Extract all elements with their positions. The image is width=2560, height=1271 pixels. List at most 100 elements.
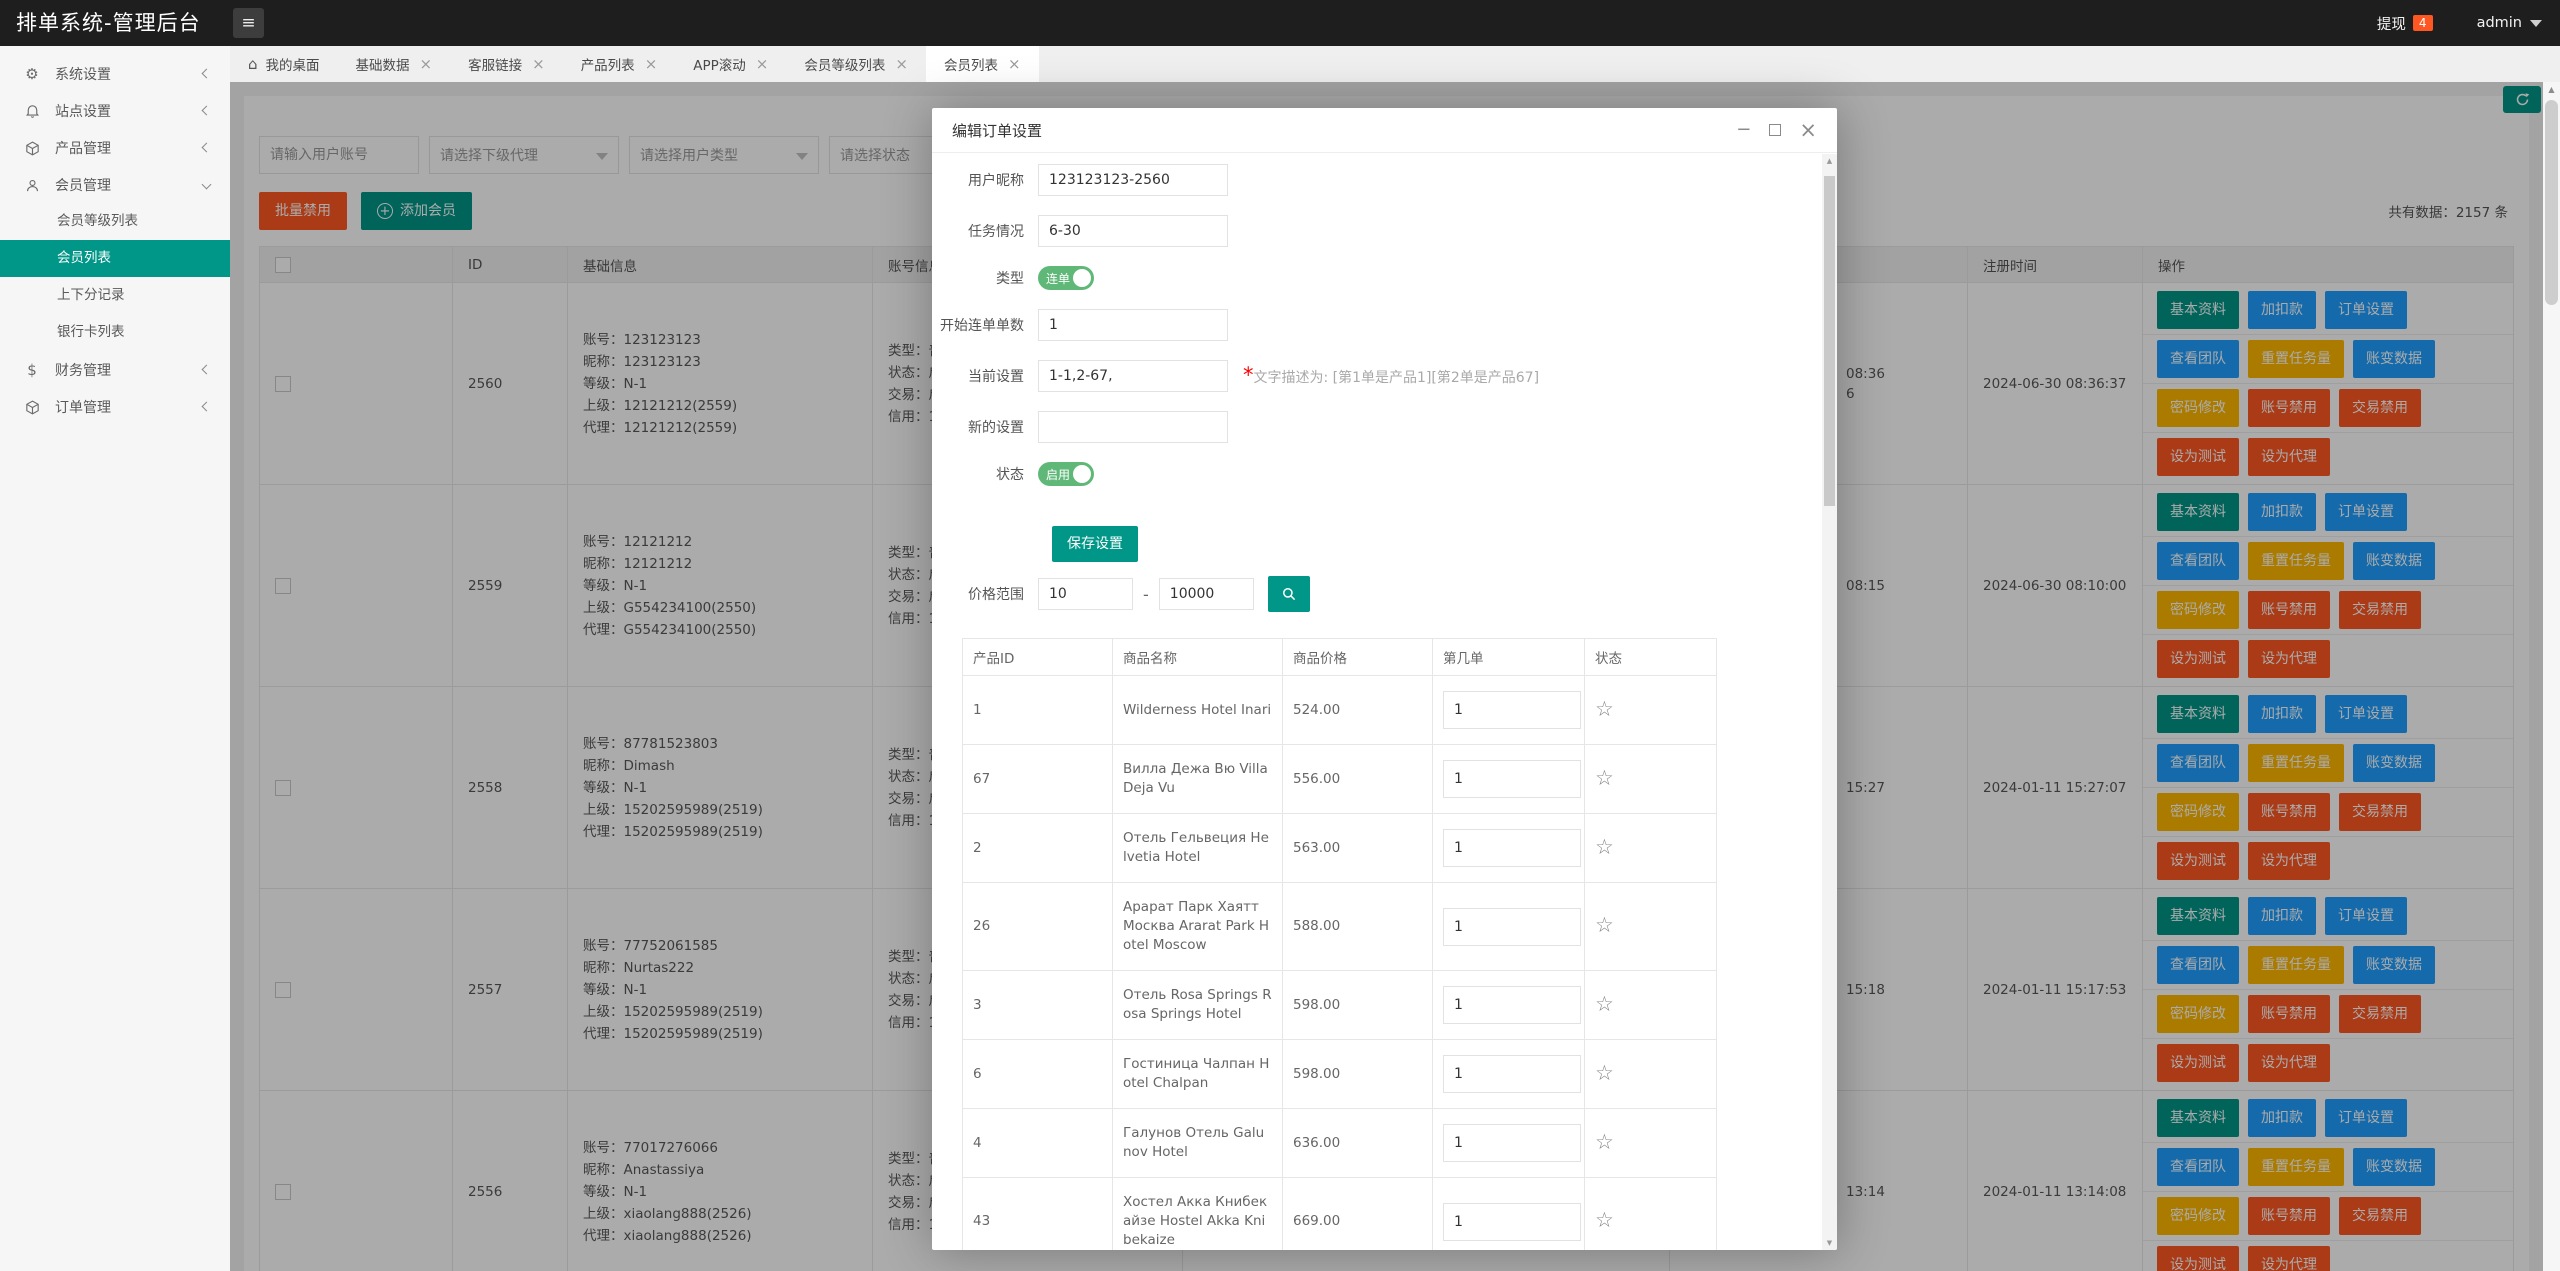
- modal-scrollbar[interactable]: ▲ ▼: [1822, 154, 1837, 1250]
- order-number-input[interactable]: [1443, 829, 1581, 867]
- star-outline-icon[interactable]: ☆: [1595, 835, 1614, 859]
- hamburger-menu-icon[interactable]: ≡: [233, 8, 264, 38]
- start-count-input[interactable]: [1038, 309, 1228, 341]
- sidebar-item-银行卡列表[interactable]: 银行卡列表: [0, 314, 230, 351]
- close-icon[interactable]: ×: [1799, 120, 1817, 141]
- tab-会员列表[interactable]: 会员列表 ×: [926, 46, 1039, 82]
- tab-close-icon[interactable]: ×: [532, 55, 545, 73]
- sidebar-item-会员等级列表[interactable]: 会员等级列表: [0, 203, 230, 240]
- modal-scrollbar-thumb[interactable]: [1824, 176, 1835, 506]
- cube-icon: [22, 398, 42, 416]
- tab-会员等级列表[interactable]: 会员等级列表 ×: [786, 46, 926, 82]
- product-row: 26Арарат Парк Хаятт Москва Ararat Park H…: [963, 883, 1717, 971]
- sidebar-group-会员管理[interactable]: 会员管理: [0, 166, 230, 203]
- sidebar-group-订单管理[interactable]: 订单管理: [0, 388, 230, 425]
- new-setting-input[interactable]: [1038, 411, 1228, 443]
- tab-close-icon[interactable]: ×: [645, 55, 658, 73]
- tab-close-icon[interactable]: ×: [420, 55, 433, 73]
- product-header-2: 商品价格: [1283, 639, 1433, 676]
- modal-header: 编辑订单设置 − ×: [932, 108, 1837, 153]
- scrollbar-up-icon[interactable]: ▲: [1822, 157, 1837, 165]
- user-menu[interactable]: admin: [2477, 15, 2542, 31]
- current-setting-input[interactable]: [1038, 360, 1228, 392]
- status-cell: ☆: [1585, 814, 1717, 883]
- status-cell: ☆: [1585, 1109, 1717, 1178]
- task-status-input[interactable]: [1038, 215, 1228, 247]
- tab-我的桌面[interactable]: ⌂我的桌面: [230, 46, 338, 82]
- home-icon: ⌂: [248, 55, 258, 73]
- withdraw-count-badge: 4: [2413, 15, 2433, 31]
- product-table-header-row: 产品ID商品名称商品价格第几单状态: [963, 639, 1717, 676]
- tab-APP滚动[interactable]: APP滚动×: [675, 46, 786, 82]
- star-outline-icon[interactable]: ☆: [1595, 1208, 1614, 1232]
- setting-hint: *文字描述为: [第1单是产品1][第2单是产品67]: [1243, 365, 1539, 387]
- product-header-3: 第几单: [1433, 639, 1585, 676]
- product-id-cell: 1: [963, 676, 1113, 745]
- product-price: 524.00: [1293, 701, 1422, 720]
- product-table: 产品ID商品名称商品价格第几单状态 1Wilderness Hotel Inar…: [962, 638, 1717, 1250]
- sidebar: ⚙系统设置站点设置产品管理会员管理会员等级列表会员列表上下分记录银行卡列表$财务…: [0, 46, 230, 1271]
- user-icon: [22, 176, 42, 194]
- status-cell: ☆: [1585, 676, 1717, 745]
- price-range-separator: -: [1143, 585, 1149, 604]
- type-toggle[interactable]: 连单: [1038, 266, 1094, 290]
- product-row: 2Отель Гельвеция Helvetia Hotel563.00☆: [963, 814, 1717, 883]
- toggle-knob: [1073, 269, 1091, 287]
- tab-label: 会员等级列表: [804, 54, 885, 74]
- star-outline-icon[interactable]: ☆: [1595, 992, 1614, 1016]
- order-number-input[interactable]: [1443, 986, 1581, 1024]
- page-scrollbar[interactable]: ▲: [2543, 82, 2560, 1271]
- star-outline-icon[interactable]: ☆: [1595, 1130, 1614, 1154]
- maximize-icon[interactable]: [1769, 124, 1781, 136]
- product-id: 43: [973, 1212, 1102, 1231]
- tab-label: 会员列表: [944, 54, 998, 74]
- tab-close-icon[interactable]: ×: [895, 55, 908, 73]
- product-name-cell: Вилла Дежа Вю Villa Deja Vu: [1113, 745, 1283, 814]
- star-outline-icon[interactable]: ☆: [1595, 766, 1614, 790]
- price-max-input[interactable]: [1159, 578, 1254, 610]
- star-outline-icon[interactable]: ☆: [1595, 913, 1614, 937]
- status-toggle[interactable]: 启用: [1038, 462, 1094, 486]
- tab-基础数据[interactable]: 基础数据×: [338, 46, 451, 82]
- sidebar-group-系统设置[interactable]: ⚙系统设置: [0, 55, 230, 92]
- tab-close-icon[interactable]: ×: [1008, 55, 1021, 73]
- product-id: 1: [973, 701, 1102, 720]
- cube-icon: [22, 139, 42, 157]
- page-scrollbar-thumb[interactable]: [2545, 100, 2558, 305]
- scrollbar-up-icon[interactable]: ▲: [2543, 82, 2560, 98]
- modal-window-controls: − ×: [1736, 120, 1817, 141]
- tab-客服链接[interactable]: 客服链接×: [450, 46, 563, 82]
- star-outline-icon[interactable]: ☆: [1595, 697, 1614, 721]
- sidebar-group-站点设置[interactable]: 站点设置: [0, 92, 230, 129]
- topbar-right: 提现 4 admin: [2377, 0, 2542, 46]
- price-search-button[interactable]: [1268, 576, 1310, 612]
- order-number-input[interactable]: [1443, 908, 1581, 946]
- order-number-input[interactable]: [1443, 760, 1581, 798]
- tab-bar: ⌂我的桌面基础数据×客服链接×产品列表×APP滚动×会员等级列表×会员列表×: [230, 46, 2560, 82]
- nickname-input[interactable]: [1038, 164, 1228, 196]
- sidebar-item-上下分记录[interactable]: 上下分记录: [0, 277, 230, 314]
- scrollbar-down-icon[interactable]: ▼: [1822, 1239, 1837, 1247]
- order-number-input[interactable]: [1443, 691, 1581, 729]
- product-price: 556.00: [1293, 770, 1422, 789]
- withdraw-label: 提现: [2377, 13, 2406, 34]
- sidebar-group-财务管理[interactable]: $财务管理: [0, 351, 230, 388]
- star-outline-icon[interactable]: ☆: [1595, 1061, 1614, 1085]
- tab-产品列表[interactable]: 产品列表 ×: [563, 46, 676, 82]
- save-settings-button[interactable]: 保存设置: [1052, 526, 1138, 562]
- sidebar-group-产品管理[interactable]: 产品管理: [0, 129, 230, 166]
- withdraw-link[interactable]: 提现 4: [2377, 13, 2433, 34]
- price-min-input[interactable]: [1038, 578, 1133, 610]
- tab-label: 产品列表: [581, 54, 635, 74]
- sidebar-item-会员列表[interactable]: 会员列表: [0, 240, 230, 277]
- chevron-left-icon: [202, 402, 212, 412]
- product-id-cell: 6: [963, 1040, 1113, 1109]
- order-number-input[interactable]: [1443, 1203, 1581, 1241]
- order-number-input[interactable]: [1443, 1055, 1581, 1093]
- minimize-icon[interactable]: −: [1736, 121, 1751, 139]
- product-id-cell: 4: [963, 1109, 1113, 1178]
- sidebar-group-label: 会员管理: [55, 175, 203, 195]
- order-number-input[interactable]: [1443, 1124, 1581, 1162]
- tab-close-icon[interactable]: ×: [756, 55, 769, 73]
- status-cell: ☆: [1585, 1178, 1717, 1251]
